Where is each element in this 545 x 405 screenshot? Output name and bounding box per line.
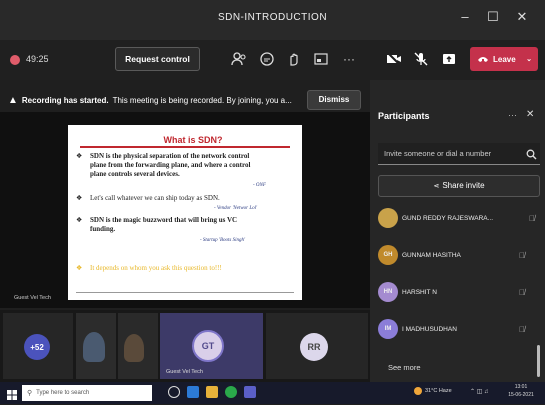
- room-icon[interactable]: [312, 50, 330, 68]
- slide-bullet: plane controls several devices.: [90, 170, 180, 178]
- participant-name: HARSHIT N: [402, 288, 437, 296]
- mic-off-icon: 🎙̸: [529, 213, 535, 223]
- recording-dot-icon: [10, 55, 20, 65]
- mic-off-icon: 🎙̸: [519, 287, 525, 297]
- edge-icon[interactable]: [187, 386, 199, 398]
- guest-tile-label: Guest Vel Tech: [166, 369, 203, 375]
- rr-avatar: RR: [300, 333, 328, 361]
- slide-title: What is SDN?: [163, 135, 223, 145]
- participant-row[interactable]: HN HARSHIT N 🎙̸: [378, 281, 543, 303]
- slide-bullet: SDN is the magic buzzword that will brin…: [90, 216, 238, 224]
- participant-avatar: HN: [378, 282, 398, 302]
- chat-icon[interactable]: [258, 50, 276, 68]
- slide-bullet: plane from the forwarding plane, and whe…: [90, 161, 251, 169]
- mic-off-icon: 🎙̸: [519, 250, 525, 260]
- task-view-icon[interactable]: [168, 386, 180, 398]
- raise-hand-icon[interactable]: [285, 50, 303, 68]
- gt-avatar: GT: [192, 330, 224, 362]
- panel-close-icon[interactable]: ✕: [526, 109, 534, 120]
- system-tray-icons[interactable]: ⌃ ◫ ♫: [470, 388, 489, 395]
- see-more-link[interactable]: See more: [388, 363, 421, 372]
- slide-author: - Vendor 'Networ Lol': [214, 206, 258, 211]
- slide-divider: [80, 146, 290, 148]
- slide-bullet: funding.: [90, 225, 116, 233]
- participant-row[interactable]: GH GUNNAM HASITHA 🎙̸: [378, 244, 543, 266]
- meeting-timer: 49:25: [26, 54, 49, 64]
- file-explorer-icon[interactable]: [206, 386, 218, 398]
- bullet-icon: ❖: [76, 264, 83, 272]
- search-icon: ⚲: [27, 390, 33, 397]
- banner-text: This meeting is being recorded. By joini…: [112, 95, 292, 105]
- slide-author: - ONF: [253, 183, 266, 188]
- share-invite-button[interactable]: ⋖ Share invite: [378, 175, 540, 197]
- banner-title: Recording has started.: [21, 95, 109, 105]
- clock-time[interactable]: 13:01: [506, 384, 536, 390]
- taskbar-search[interactable]: ⚲ Type here to search: [22, 385, 152, 401]
- phone-icon: [478, 57, 488, 62]
- bullet-icon: ❖: [76, 194, 83, 202]
- share-screen-icon[interactable]: [440, 50, 458, 68]
- participant-silhouette: [83, 332, 105, 362]
- more-icon[interactable]: ···: [340, 50, 358, 68]
- slide-bullet: Let's call whatever we can ship today as…: [90, 194, 220, 202]
- warning-icon: ▲: [8, 94, 18, 106]
- invite-input[interactable]: Invite someone or dial a number: [378, 143, 540, 165]
- panel-more-icon[interactable]: ···: [508, 110, 517, 120]
- bullet-icon: ❖: [76, 216, 83, 224]
- weather-icon: [414, 387, 422, 395]
- mic-off-icon: 🎙̸: [519, 324, 525, 334]
- slide-bullet: SDN is the physical separation of the ne…: [90, 152, 250, 160]
- share-icon: ⋖: [433, 183, 440, 190]
- panel-scrollbar[interactable]: [537, 345, 540, 377]
- dismiss-button[interactable]: Dismiss: [307, 90, 361, 110]
- leave-button[interactable]: Leave ⌄: [470, 47, 538, 71]
- participant-name: GUNNAM HASITHA: [402, 251, 461, 259]
- maximize-button[interactable]: ☐: [483, 9, 503, 25]
- participant-silhouette: [124, 334, 144, 362]
- participant-row[interactable]: IM I MADHUSUDHAN 🎙̸: [378, 318, 543, 340]
- windows-start-icon[interactable]: [7, 387, 17, 405]
- slide-author: - Startup 'Boots Singh': [200, 238, 246, 243]
- search-icon[interactable]: [526, 147, 537, 165]
- people-icon[interactable]: [230, 50, 248, 68]
- participant-name: I MADHUSUDHAN: [402, 325, 457, 333]
- participant-row[interactable]: GUND REDDY RAJESWARA... 🎙̸: [378, 207, 543, 229]
- close-button[interactable]: ✕: [512, 9, 532, 25]
- taskbar-search-placeholder: Type here to search: [36, 390, 90, 396]
- participant-avatar: IM: [378, 319, 398, 339]
- panel-title: Participants: [378, 111, 430, 121]
- chevron-down-icon[interactable]: ⌄: [526, 55, 532, 63]
- participant-avatar: GH: [378, 245, 398, 265]
- participant-avatar: [378, 208, 398, 228]
- teams-icon[interactable]: [244, 386, 256, 398]
- chrome-icon[interactable]: [225, 386, 237, 398]
- weather-text: 31°C Haze: [425, 388, 452, 394]
- slide-bullet: It depends on whom you ask this question…: [90, 264, 222, 272]
- mic-off-icon[interactable]: [412, 50, 430, 68]
- slide-footer-line: [76, 292, 294, 293]
- share-invite-label: Share invite: [442, 181, 485, 190]
- minimize-button[interactable]: –: [455, 9, 475, 24]
- leave-label: Leave: [493, 54, 516, 64]
- overflow-count[interactable]: +52: [24, 334, 50, 360]
- participant-name: GUND REDDY RAJESWARA...: [402, 214, 494, 222]
- request-control-button[interactable]: Request control: [115, 47, 200, 71]
- camera-off-icon[interactable]: [385, 50, 403, 68]
- presenter-label: Guest Vel Tech: [14, 295, 51, 301]
- clock-date[interactable]: 15-06-2021: [506, 392, 536, 398]
- bullet-icon: ❖: [76, 152, 83, 160]
